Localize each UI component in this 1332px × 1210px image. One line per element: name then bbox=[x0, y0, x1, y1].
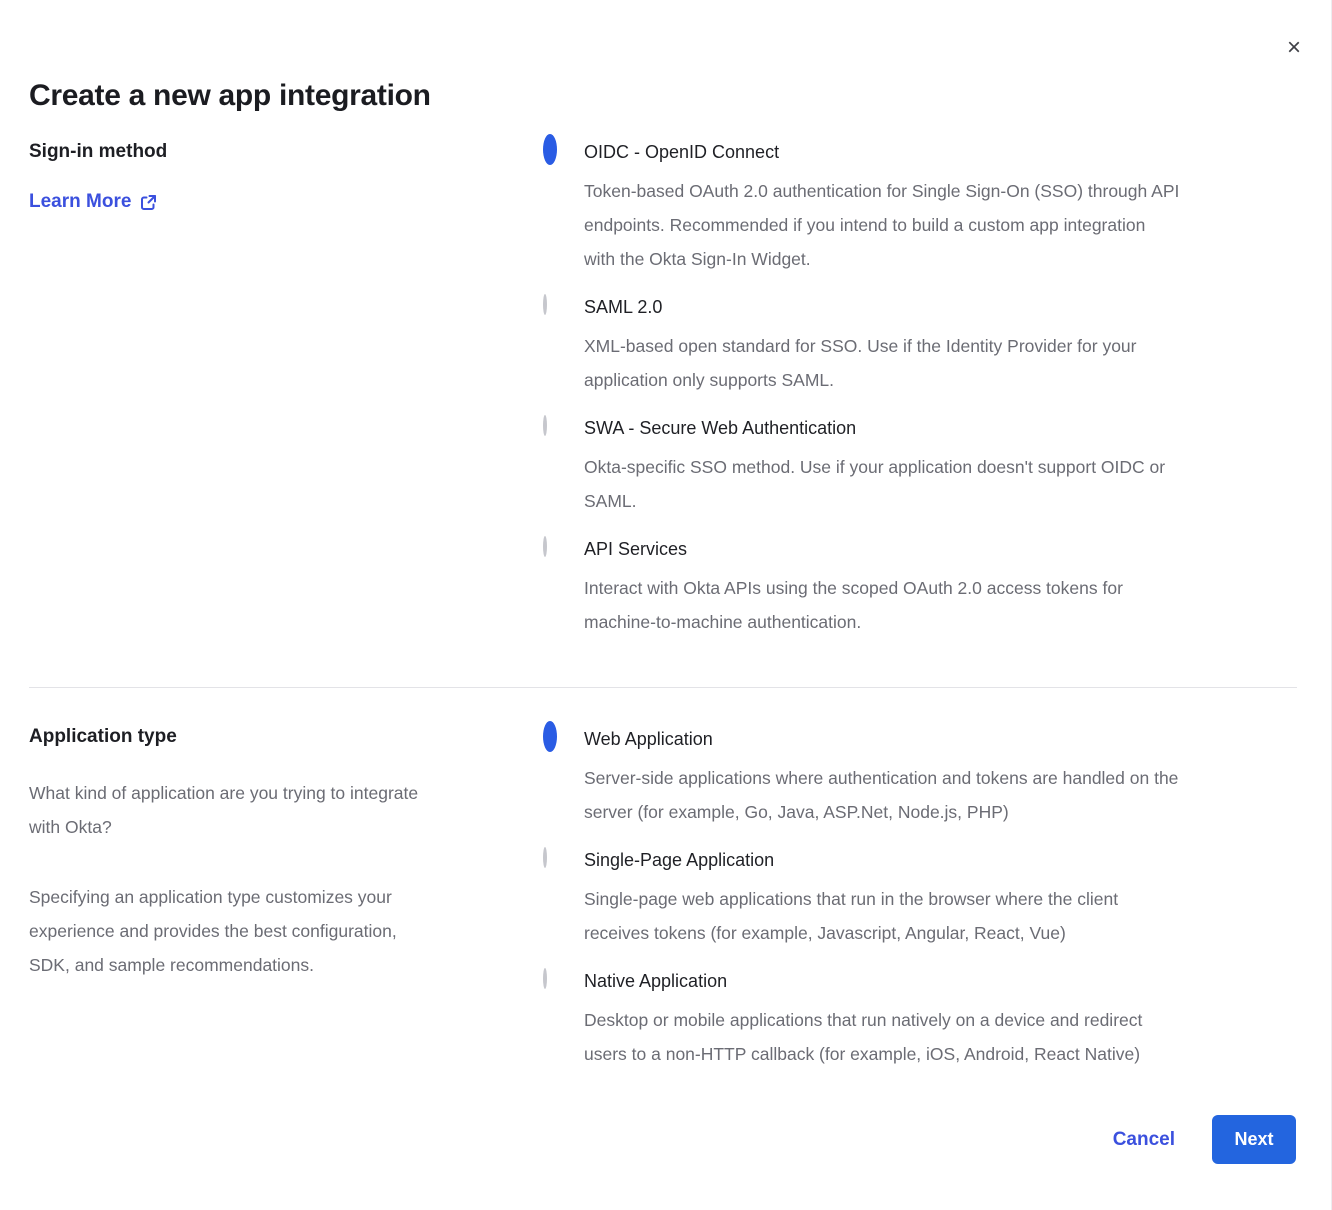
external-link-icon bbox=[140, 194, 157, 211]
option-saml[interactable]: SAML 2.0 XML-based open standard for SSO… bbox=[543, 295, 1303, 397]
application-type-intro-1: What kind of application are you trying … bbox=[29, 776, 534, 844]
option-web-application[interactable]: Web Application Server-side applications… bbox=[543, 727, 1303, 829]
option-native-application[interactable]: Native Application Desktop or mobile app… bbox=[543, 969, 1303, 1071]
option-single-page-application[interactable]: Single-Page Application Single-page web … bbox=[543, 848, 1303, 950]
intro-line: Specifying an application type customize… bbox=[29, 880, 534, 914]
radio-swa[interactable] bbox=[543, 415, 547, 436]
signin-method-left-column: Sign-in method Learn More bbox=[29, 141, 534, 213]
option-desc-line: XML-based open standard for SSO. Use if … bbox=[584, 329, 1137, 363]
signin-method-options: OIDC - OpenID Connect Token-based OAuth … bbox=[543, 140, 1303, 658]
option-desc-line: Single-page web applications that run in… bbox=[584, 882, 1118, 916]
intro-line: SDK, and sample recommendations. bbox=[29, 948, 534, 982]
option-label: API Services bbox=[584, 537, 1123, 561]
option-desc-line: Token-based OAuth 2.0 authentication for… bbox=[584, 174, 1179, 208]
option-desc-line: Server-side applications where authentic… bbox=[584, 761, 1178, 795]
next-button[interactable]: Next bbox=[1212, 1115, 1296, 1164]
option-label: SWA - Secure Web Authentication bbox=[584, 416, 1165, 440]
intro-line: with Okta? bbox=[29, 810, 534, 844]
section-divider bbox=[29, 687, 1297, 688]
option-desc-line: machine-to-machine authentication. bbox=[584, 605, 1123, 639]
option-desc-line: server (for example, Go, Java, ASP.Net, … bbox=[584, 795, 1178, 829]
radio-web-application[interactable] bbox=[543, 721, 557, 752]
option-label: SAML 2.0 bbox=[584, 295, 1137, 319]
option-desc-line: Interact with Okta APIs using the scoped… bbox=[584, 571, 1123, 605]
option-desc-line: receives tokens (for example, Javascript… bbox=[584, 916, 1118, 950]
option-swa[interactable]: SWA - Secure Web Authentication Okta-spe… bbox=[543, 416, 1303, 518]
close-icon[interactable]: × bbox=[1287, 36, 1301, 60]
page-title: Create a new app integration bbox=[29, 79, 431, 113]
option-desc-line: with the Okta Sign-In Widget. bbox=[584, 242, 1179, 276]
option-desc-line: Okta-specific SSO method. Use if your ap… bbox=[584, 450, 1165, 484]
option-desc-line: Desktop or mobile applications that run … bbox=[584, 1003, 1142, 1037]
option-desc-line: endpoints. Recommended if you intend to … bbox=[584, 208, 1179, 242]
learn-more-link[interactable]: Learn More bbox=[29, 191, 157, 213]
option-api-services[interactable]: API Services Interact with Okta APIs usi… bbox=[543, 537, 1303, 639]
application-type-left-column: Application type What kind of applicatio… bbox=[29, 726, 534, 982]
application-type-heading: Application type bbox=[29, 726, 534, 748]
modal-footer: Cancel Next bbox=[1113, 1115, 1296, 1164]
radio-saml[interactable] bbox=[543, 294, 547, 315]
option-label: OIDC - OpenID Connect bbox=[584, 140, 1179, 164]
radio-single-page-application[interactable] bbox=[543, 847, 547, 868]
application-type-intro-2: Specifying an application type customize… bbox=[29, 880, 534, 982]
option-oidc[interactable]: OIDC - OpenID Connect Token-based OAuth … bbox=[543, 140, 1303, 276]
intro-line: experience and provides the best configu… bbox=[29, 914, 534, 948]
option-label: Web Application bbox=[584, 727, 1178, 751]
radio-api-services[interactable] bbox=[543, 536, 547, 557]
option-desc-line: SAML. bbox=[584, 484, 1165, 518]
radio-oidc[interactable] bbox=[543, 134, 557, 165]
intro-line: What kind of application are you trying … bbox=[29, 776, 534, 810]
option-label: Native Application bbox=[584, 969, 1142, 993]
cancel-button[interactable]: Cancel bbox=[1113, 1129, 1175, 1151]
learn-more-label: Learn More bbox=[29, 191, 131, 213]
application-type-options: Web Application Server-side applications… bbox=[543, 727, 1303, 1090]
radio-native-application[interactable] bbox=[543, 968, 547, 989]
signin-method-heading: Sign-in method bbox=[29, 141, 534, 163]
option-label: Single-Page Application bbox=[584, 848, 1118, 872]
create-app-integration-modal: × Create a new app integration Sign-in m… bbox=[0, 0, 1332, 1210]
option-desc-line: application only supports SAML. bbox=[584, 363, 1137, 397]
option-desc-line: users to a non-HTTP callback (for exampl… bbox=[584, 1037, 1142, 1071]
